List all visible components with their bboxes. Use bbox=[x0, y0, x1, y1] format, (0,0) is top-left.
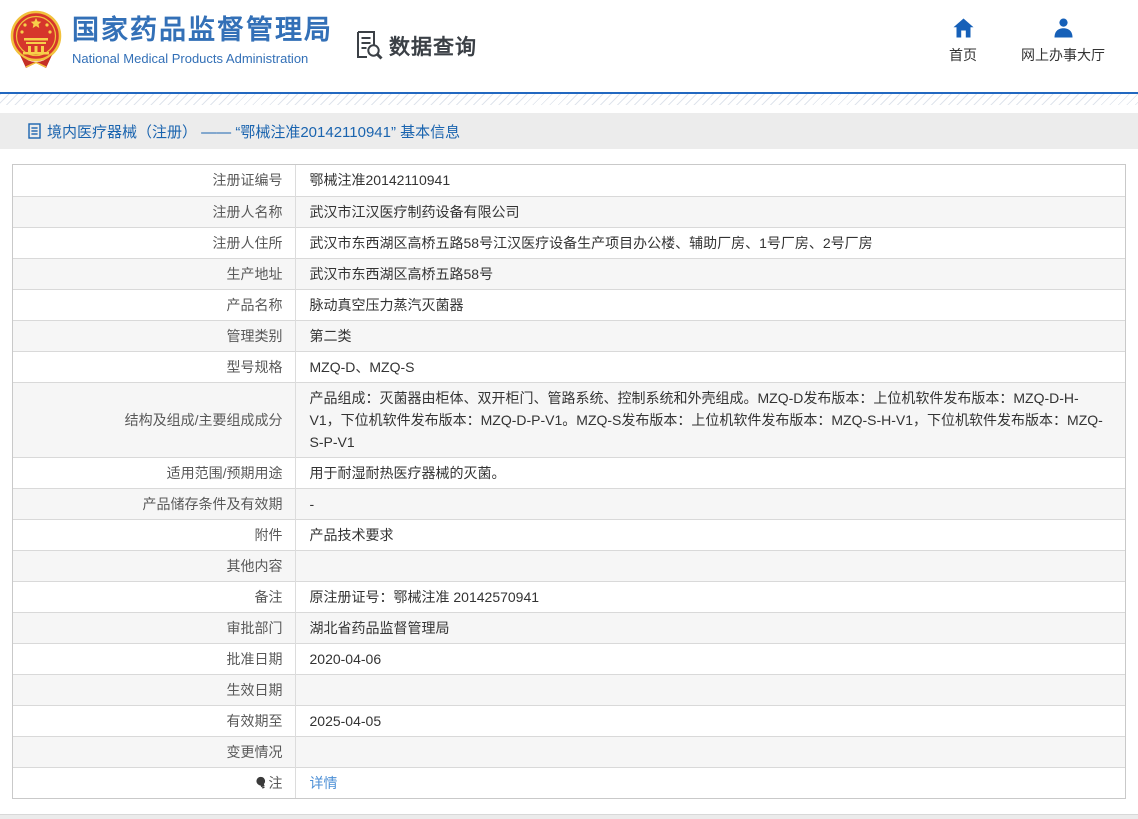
row-label: 备注 bbox=[13, 581, 295, 612]
row-label: 注册人住所 bbox=[13, 227, 295, 258]
row-value: 武汉市东西湖区高桥五路58号 bbox=[295, 258, 1125, 289]
row-value: 详情 bbox=[295, 767, 1125, 798]
row-label: 产品名称 bbox=[13, 289, 295, 320]
table-row: 有效期至2025-04-05 bbox=[13, 705, 1125, 736]
row-value bbox=[295, 736, 1125, 767]
row-value: 脉动真空压力蒸汽灭菌器 bbox=[295, 289, 1125, 320]
table-row: 附件产品技术要求 bbox=[13, 519, 1125, 550]
top-nav: 首页 网上办事大厅 bbox=[949, 18, 1105, 65]
table-row: 型号规格MZQ-D、MZQ-S bbox=[13, 351, 1125, 382]
registration-info-table-wrap: 注册证编号鄂械注准20142110941注册人名称武汉市江汉医疗制药设备有限公司… bbox=[12, 164, 1126, 799]
table-row: 注详情 bbox=[13, 767, 1125, 798]
table-row: 结构及组成/主要组成成分产品组成：灭菌器由柜体、双开柜门、管路系统、控制系统和外… bbox=[13, 382, 1125, 457]
row-value: 第二类 bbox=[295, 320, 1125, 351]
table-row: 批准日期2020-04-06 bbox=[13, 643, 1125, 674]
table-row: 注册证编号鄂械注准20142110941 bbox=[13, 165, 1125, 196]
nav-home[interactable]: 首页 bbox=[949, 18, 977, 65]
row-label: 管理类别 bbox=[13, 320, 295, 351]
row-label: 产品储存条件及有效期 bbox=[13, 488, 295, 519]
row-label: 适用范围/预期用途 bbox=[13, 457, 295, 488]
row-label: 审批部门 bbox=[13, 612, 295, 643]
footer-strip bbox=[0, 814, 1138, 819]
row-value: 产品组成：灭菌器由柜体、双开柜门、管路系统、控制系统和外壳组成。MZQ-D发布版… bbox=[295, 382, 1125, 457]
table-row: 产品储存条件及有效期- bbox=[13, 488, 1125, 519]
table-row: 管理类别第二类 bbox=[13, 320, 1125, 351]
row-label: 生产地址 bbox=[13, 258, 295, 289]
row-value bbox=[295, 674, 1125, 705]
row-value: - bbox=[295, 488, 1125, 519]
home-icon bbox=[953, 18, 974, 38]
row-value: 原注册证号：鄂械注准 20142570941 bbox=[295, 581, 1125, 612]
brand-title: 国家药品监督管理局 bbox=[72, 12, 333, 48]
data-query-tab[interactable]: 数据查询 bbox=[356, 30, 477, 61]
row-value: 鄂械注准20142110941 bbox=[295, 165, 1125, 196]
table-row: 生产地址武汉市东西湖区高桥五路58号 bbox=[13, 258, 1125, 289]
table-row: 产品名称脉动真空压力蒸汽灭菌器 bbox=[13, 289, 1125, 320]
nav-online-hall-label: 网上办事大厅 bbox=[1021, 45, 1105, 65]
table-row: 生效日期 bbox=[13, 674, 1125, 705]
user-icon bbox=[1053, 18, 1074, 38]
row-label: 注册人名称 bbox=[13, 196, 295, 227]
table-row: 注册人名称武汉市江汉医疗制药设备有限公司 bbox=[13, 196, 1125, 227]
section-title-bar: 境内医疗器械（注册） —— “鄂械注准20142110941” 基本信息 bbox=[0, 113, 1138, 149]
row-label: 型号规格 bbox=[13, 351, 295, 382]
row-value bbox=[295, 550, 1125, 581]
brand-subtitle: National Medical Products Administration bbox=[72, 50, 333, 68]
table-row: 变更情况 bbox=[13, 736, 1125, 767]
bulb-icon bbox=[256, 776, 267, 790]
registration-info-table: 注册证编号鄂械注准20142110941注册人名称武汉市江汉医疗制药设备有限公司… bbox=[13, 165, 1125, 798]
table-row: 其他内容 bbox=[13, 550, 1125, 581]
row-value: MZQ-D、MZQ-S bbox=[295, 351, 1125, 382]
document-icon bbox=[28, 123, 41, 139]
detail-link[interactable]: 详情 bbox=[310, 775, 338, 791]
row-value: 产品技术要求 bbox=[295, 519, 1125, 550]
row-label: 变更情况 bbox=[13, 736, 295, 767]
document-search-icon bbox=[356, 30, 383, 61]
row-label: 结构及组成/主要组成成分 bbox=[13, 382, 295, 457]
table-row: 注册人住所武汉市东西湖区高桥五路58号江汉医疗设备生产项目办公楼、辅助厂房、1号… bbox=[13, 227, 1125, 258]
row-label: 注册证编号 bbox=[13, 165, 295, 196]
page-title: 境内医疗器械（注册） —— “鄂械注准20142110941” 基本信息 bbox=[47, 121, 460, 142]
brand-block: 国家药品监督管理局 National Medical Products Admi… bbox=[72, 12, 333, 68]
nav-home-label: 首页 bbox=[949, 45, 977, 65]
header-divider-hatch bbox=[0, 94, 1138, 105]
row-label: 附件 bbox=[13, 519, 295, 550]
row-value: 用于耐湿耐热医疗器械的灭菌。 bbox=[295, 457, 1125, 488]
row-value: 2020-04-06 bbox=[295, 643, 1125, 674]
row-value: 武汉市东西湖区高桥五路58号江汉医疗设备生产项目办公楼、辅助厂房、1号厂房、2号… bbox=[295, 227, 1125, 258]
table-row: 适用范围/预期用途用于耐湿耐热医疗器械的灭菌。 bbox=[13, 457, 1125, 488]
row-label: 注 bbox=[13, 767, 295, 798]
table-row: 备注原注册证号：鄂械注准 20142570941 bbox=[13, 581, 1125, 612]
header: 国家药品监督管理局 National Medical Products Admi… bbox=[0, 0, 1138, 92]
row-label: 生效日期 bbox=[13, 674, 295, 705]
nav-online-hall[interactable]: 网上办事大厅 bbox=[1021, 18, 1105, 65]
data-query-label: 数据查询 bbox=[389, 31, 477, 61]
row-label: 有效期至 bbox=[13, 705, 295, 736]
row-value: 湖北省药品监督管理局 bbox=[295, 612, 1125, 643]
row-value: 武汉市江汉医疗制药设备有限公司 bbox=[295, 196, 1125, 227]
row-label: 批准日期 bbox=[13, 643, 295, 674]
row-label: 其他内容 bbox=[13, 550, 295, 581]
row-value: 2025-04-05 bbox=[295, 705, 1125, 736]
table-row: 审批部门湖北省药品监督管理局 bbox=[13, 612, 1125, 643]
national-emblem-logo bbox=[10, 8, 62, 72]
